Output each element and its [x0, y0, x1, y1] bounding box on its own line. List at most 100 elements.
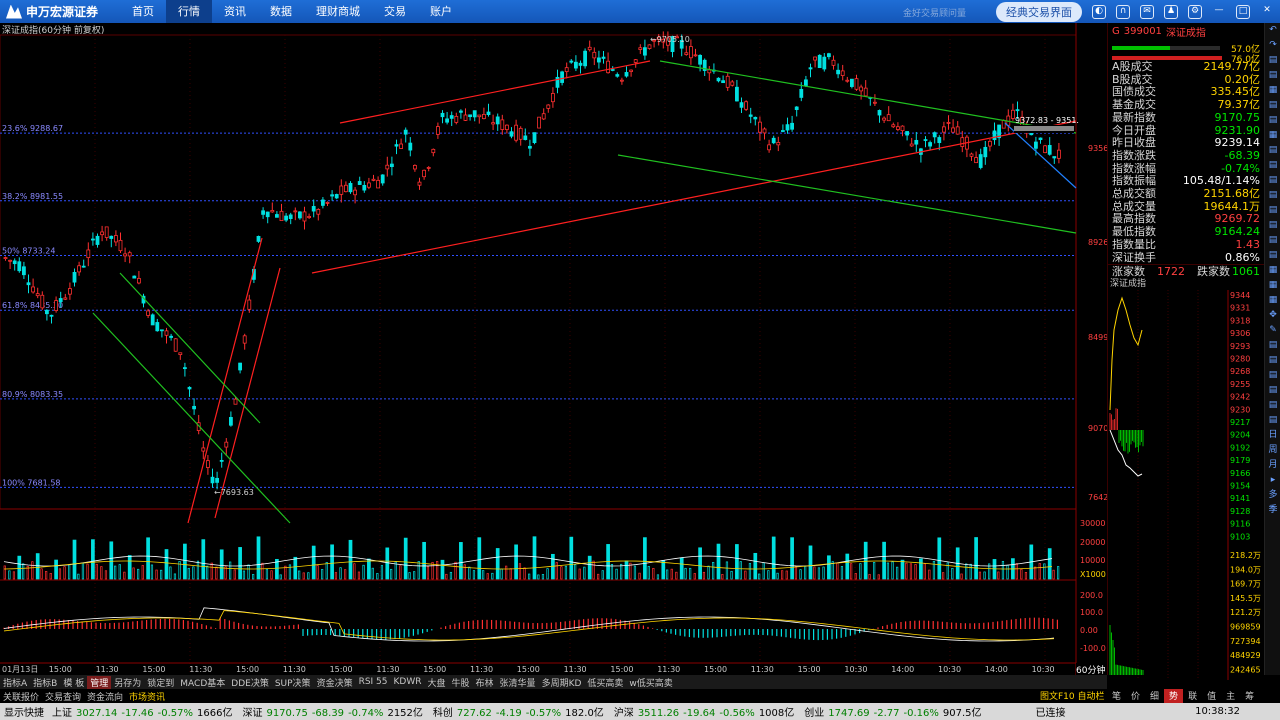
week-icon[interactable]: 周	[1265, 443, 1280, 458]
candle-body	[574, 62, 577, 68]
nav-item[interactable]: 理财商城	[304, 0, 372, 23]
high-mark: ←9705.10	[650, 35, 690, 44]
list-icon[interactable]: ▤	[1265, 248, 1280, 263]
nav-item[interactable]: 数据	[258, 0, 304, 23]
ticker-volume: 1666亿	[197, 708, 232, 719]
grid-icon[interactable]: ▦	[1265, 278, 1280, 293]
indicator-tab[interactable]: DDE决策	[228, 676, 272, 689]
y-tick-label: 7642	[1088, 493, 1107, 502]
minimize-icon[interactable]: —	[1212, 5, 1226, 19]
indicator-tab[interactable]: MACD基本	[177, 676, 228, 689]
multi-icon[interactable]: 多	[1265, 488, 1280, 503]
right-tab[interactable]: 主	[1221, 689, 1240, 703]
grid-icon[interactable]: ▦	[1265, 128, 1280, 143]
index-ticker[interactable]: 科创 727.62 -4.19 -0.57% 182.0亿	[433, 704, 608, 719]
f10-link[interactable]: 图文F10 自动栏	[1040, 689, 1105, 702]
kline-chart-area[interactable]: 23.6% 9288.67 38.2% 8981.55 50% 8733.24 61.…	[0, 23, 1076, 675]
indicator-tab[interactable]: 另存为	[111, 676, 144, 689]
indicator-tab[interactable]: 模 板	[60, 676, 87, 689]
right-tab[interactable]: 笔	[1107, 689, 1126, 703]
show-fast-toggle[interactable]: 显示快捷	[4, 704, 44, 719]
play-icon[interactable]: ▸	[1265, 473, 1280, 488]
list-icon[interactable]: ▤	[1265, 383, 1280, 398]
grid-icon[interactable]: ▦	[1265, 263, 1280, 278]
nav-item[interactable]: 行情	[166, 0, 212, 23]
indicator-tab[interactable]: 锁定到	[144, 676, 177, 689]
sub-tab[interactable]: 交易查询	[42, 690, 84, 703]
indicator-tab[interactable]: SUP决策	[272, 676, 314, 689]
back-icon[interactable]: ↶	[1265, 23, 1280, 38]
list-icon[interactable]: ▤	[1265, 233, 1280, 248]
indicator-tab[interactable]: w低买高卖	[626, 676, 675, 689]
day-icon[interactable]: 日	[1265, 428, 1280, 443]
nav-item[interactable]: 账户	[418, 0, 464, 23]
indicator-tab[interactable]: 大盘	[425, 676, 449, 689]
list-icon[interactable]: ▤	[1265, 68, 1280, 83]
grid-icon[interactable]: ▦	[1265, 83, 1280, 98]
trend-line[interactable]	[660, 61, 1076, 133]
list-icon[interactable]: ▤	[1265, 338, 1280, 353]
quarter-icon[interactable]: 季	[1265, 503, 1280, 518]
pen-icon[interactable]: ✎	[1265, 323, 1280, 338]
index-ticker[interactable]: 沪深 3511.26 -19.64 -0.56% 1008亿	[614, 704, 798, 719]
indicator-tab[interactable]: 指标B	[30, 676, 60, 689]
list-icon[interactable]: ▤	[1265, 218, 1280, 233]
nav-item[interactable]: 资讯	[212, 0, 258, 23]
right-tab[interactable]: 联	[1183, 689, 1202, 703]
maximize-icon[interactable]: □	[1236, 5, 1250, 19]
right-tab[interactable]: 价	[1126, 689, 1145, 703]
close-icon[interactable]: ✕	[1260, 5, 1274, 19]
trend-line[interactable]	[340, 61, 650, 123]
right-tab[interactable]: 细	[1145, 689, 1164, 703]
right-tab[interactable]: 筹	[1240, 689, 1259, 703]
theme-icon[interactable]: ◐	[1092, 5, 1106, 19]
headset-icon[interactable]: ∩	[1116, 5, 1130, 19]
info-row: 最低指数 9164.24	[1108, 226, 1264, 239]
indicator-tab[interactable]: 管理	[87, 676, 111, 689]
index-ticker[interactable]: 深证 9170.75 -68.39 -0.74% 2152亿	[242, 704, 426, 719]
indicator-tab[interactable]: 指标A	[0, 676, 30, 689]
forward-icon[interactable]: ↷	[1265, 38, 1280, 53]
candle-body	[13, 261, 16, 264]
list-icon[interactable]: ▤	[1265, 368, 1280, 383]
list-icon[interactable]: ▤	[1265, 113, 1280, 128]
indicator-tab[interactable]: 牛股	[449, 676, 473, 689]
indicator-tab[interactable]: 布林	[473, 676, 497, 689]
intraday-mini-chart[interactable]: 9344 9331 9318 9306 9293 9280 9268 9255 9242 9230…	[1108, 290, 1265, 680]
indicator-tab[interactable]: 低买高卖	[584, 676, 626, 689]
list-icon[interactable]: ▤	[1265, 203, 1280, 218]
mail-icon[interactable]: ✉	[1140, 5, 1154, 19]
index-ticker[interactable]: 上证 3027.14 -17.46 -0.57% 1666亿	[52, 704, 236, 719]
user-icon[interactable]: ♟	[1164, 5, 1178, 19]
indicator-tab[interactable]: 多周期KD	[539, 676, 585, 689]
indicator-tab[interactable]: KDWR	[391, 677, 425, 687]
indicator-tab[interactable]: 张清华量	[497, 676, 539, 689]
list-icon[interactable]: ▤	[1265, 398, 1280, 413]
list-icon[interactable]: ▤	[1265, 353, 1280, 368]
list-icon[interactable]: ▤	[1265, 173, 1280, 188]
grid-icon[interactable]: ▦	[1265, 293, 1280, 308]
right-tab[interactable]: 势	[1164, 689, 1183, 703]
index-ticker[interactable]: 创业 1747.69 -2.77 -0.16% 907.5亿	[804, 704, 985, 719]
nav-item[interactable]: 首页	[120, 0, 166, 23]
right-tab[interactable]: 值	[1202, 689, 1221, 703]
indicator-tab[interactable]: RSI 55	[356, 677, 391, 687]
kline-chart[interactable]: 23.6% 9288.67 38.2% 8981.55 50% 8733.24 61.…	[0, 23, 1107, 675]
settings-icon[interactable]: ⚙	[1188, 5, 1202, 19]
sub-tab[interactable]: 关联报价	[0, 690, 42, 703]
trend-line[interactable]	[312, 121, 1076, 273]
move-icon[interactable]: ✥	[1265, 308, 1280, 323]
sub-tab[interactable]: 资金流向	[84, 690, 126, 703]
list-icon[interactable]: ▤	[1265, 53, 1280, 68]
sub-tab[interactable]: 市场资讯	[126, 690, 168, 703]
indicator-tab[interactable]: 资金决策	[314, 676, 356, 689]
list-icon[interactable]: ▤	[1265, 413, 1280, 428]
nav-item[interactable]: 交易	[372, 0, 418, 23]
list-icon[interactable]: ▤	[1265, 143, 1280, 158]
period-label[interactable]: 60分钟	[1076, 663, 1106, 675]
classic-trade-button[interactable]: 经典交易界面	[996, 2, 1082, 22]
month-icon[interactable]: 月	[1265, 458, 1280, 473]
list-icon[interactable]: ▤	[1265, 98, 1280, 113]
list-icon[interactable]: ▤	[1265, 188, 1280, 203]
list-icon[interactable]: ▤	[1265, 158, 1280, 173]
